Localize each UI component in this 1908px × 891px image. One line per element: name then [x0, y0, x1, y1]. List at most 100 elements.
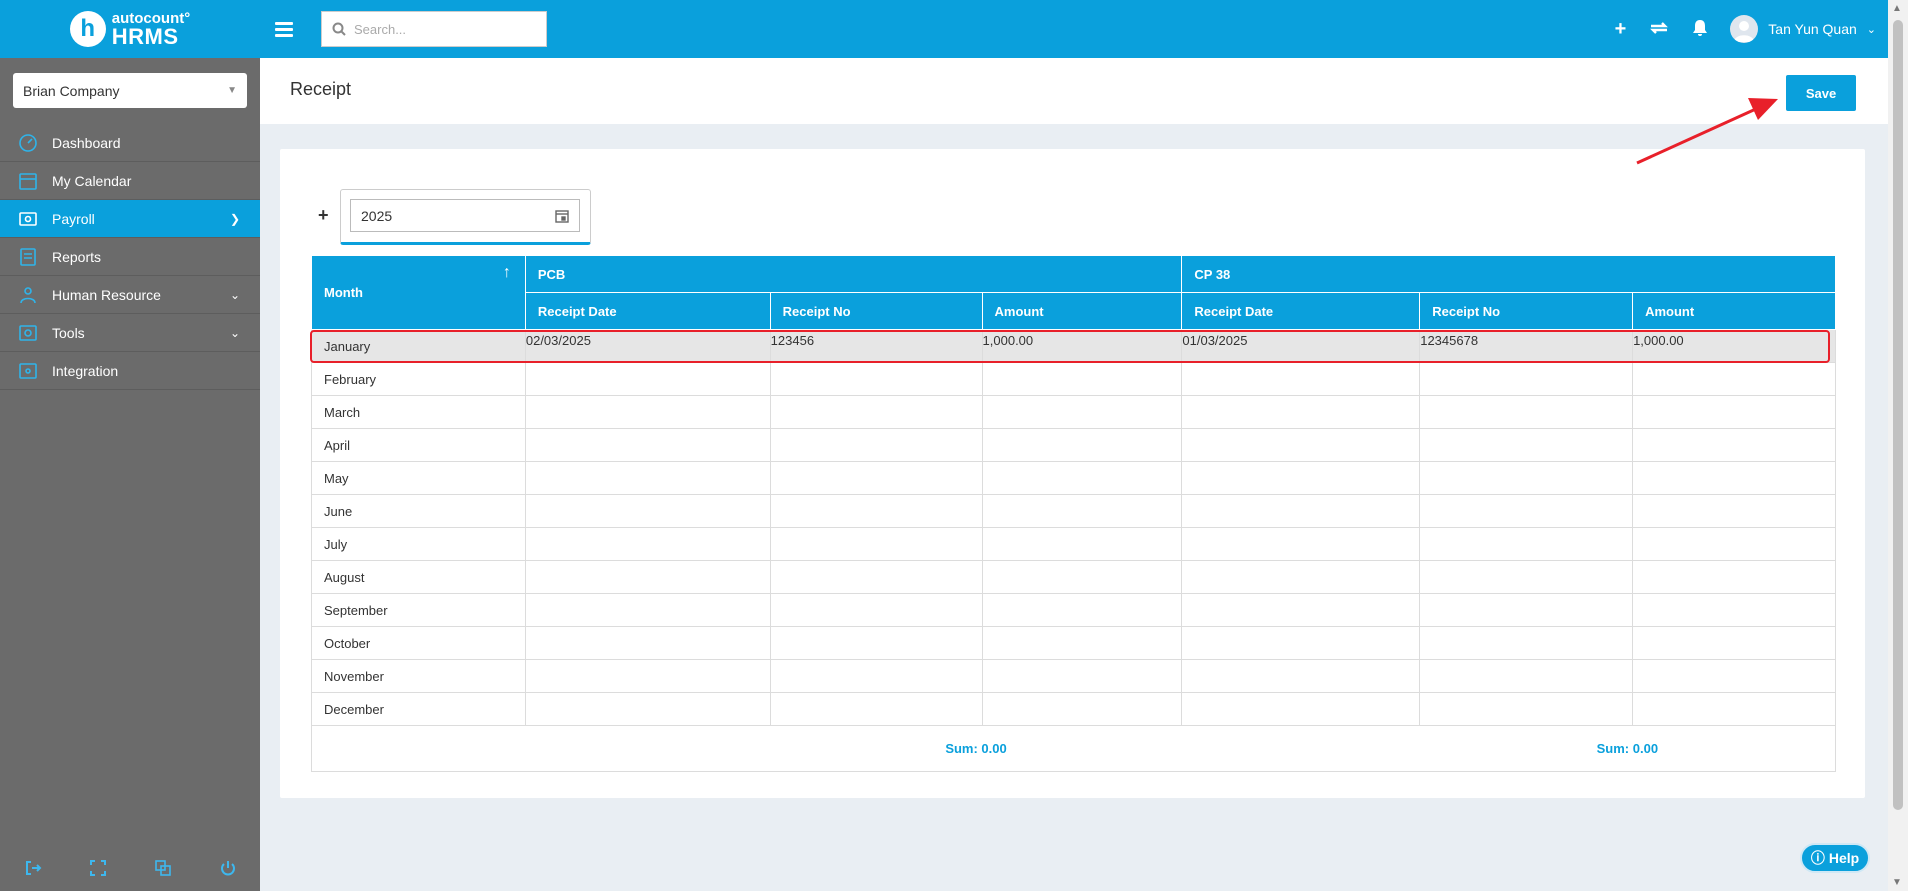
pcb-receipt-no-cell[interactable]	[769, 461, 983, 495]
cp38-receipt-no-header[interactable]: Receipt No	[1419, 292, 1634, 330]
sidebar-item-payroll[interactable]: Payroll ❯	[0, 200, 260, 238]
cp38-receipt-no-cell[interactable]	[1419, 560, 1634, 594]
table-row[interactable]: December	[311, 692, 1836, 726]
save-button[interactable]: Save	[1786, 75, 1856, 111]
scroll-down-icon[interactable]: ▼	[1892, 877, 1902, 888]
pcb-receipt-no-cell[interactable]	[769, 659, 983, 693]
sort-icon[interactable]: ↑	[503, 264, 511, 282]
pcb-amount-cell[interactable]	[981, 461, 1183, 495]
language-icon[interactable]	[154, 859, 172, 880]
sidebar-item-dashboard[interactable]: Dashboard	[0, 124, 260, 162]
cp38-receipt-date-cell[interactable]	[1181, 659, 1421, 693]
logout-icon[interactable]	[24, 859, 42, 880]
cp38-amount-cell[interactable]	[1632, 362, 1836, 396]
pcb-receipt-date-cell[interactable]	[524, 659, 771, 693]
pcb-receipt-date-cell[interactable]	[524, 461, 771, 495]
cp38-amount-cell[interactable]: 1,000.00	[1632, 329, 1836, 363]
pcb-receipt-no-cell[interactable]	[769, 692, 983, 726]
scrollbar-thumb[interactable]	[1893, 20, 1903, 810]
cp38-amount-cell[interactable]	[1632, 593, 1836, 627]
cp38-amount-cell[interactable]	[1632, 461, 1836, 495]
fullscreen-icon[interactable]	[89, 859, 107, 880]
pcb-amount-cell[interactable]: 1,000.00	[981, 329, 1183, 363]
table-row[interactable]: April	[311, 428, 1836, 462]
company-selector[interactable]: Brian Company ▼	[13, 73, 247, 108]
cp38-receipt-date-cell[interactable]	[1181, 362, 1421, 396]
year-picker[interactable]: 2025	[350, 199, 580, 232]
pcb-receipt-no-cell[interactable]	[769, 395, 983, 429]
pcb-amount-cell[interactable]	[981, 659, 1183, 693]
pcb-receipt-no-cell[interactable]: 123456	[769, 329, 983, 363]
pcb-amount-cell[interactable]	[981, 593, 1183, 627]
pcb-receipt-date-cell[interactable]	[524, 395, 771, 429]
cp38-receipt-no-cell[interactable]	[1419, 362, 1634, 396]
cp38-receipt-date-cell[interactable]	[1181, 428, 1421, 462]
cp38-amount-cell[interactable]	[1632, 626, 1836, 660]
pcb-receipt-date-cell[interactable]	[524, 362, 771, 396]
pcb-receipt-no-cell[interactable]	[769, 527, 983, 561]
pcb-amount-cell[interactable]	[981, 626, 1183, 660]
pcb-receipt-no-cell[interactable]	[769, 593, 983, 627]
table-row[interactable]: January 02/03/2025 123456 1,000.00 01/03…	[311, 329, 1836, 363]
pcb-amount-cell[interactable]	[981, 692, 1183, 726]
sidebar-item-human-resource[interactable]: Human Resource ⌄	[0, 276, 260, 314]
search-box[interactable]	[321, 11, 547, 47]
month-header[interactable]: Month ↑	[311, 255, 526, 330]
pcb-receipt-date-cell[interactable]	[524, 428, 771, 462]
cp38-receipt-no-cell[interactable]	[1419, 527, 1634, 561]
cp38-receipt-date-cell[interactable]	[1181, 626, 1421, 660]
power-icon[interactable]	[219, 859, 237, 880]
cp38-receipt-date-cell[interactable]	[1181, 461, 1421, 495]
table-row[interactable]: October	[311, 626, 1836, 660]
sidebar-item-tools[interactable]: Tools ⌄	[0, 314, 260, 352]
pcb-receipt-no-cell[interactable]	[769, 428, 983, 462]
cp38-amount-header[interactable]: Amount	[1632, 292, 1836, 330]
pcb-receipt-date-cell[interactable]	[524, 494, 771, 528]
cp38-receipt-date-cell[interactable]	[1181, 560, 1421, 594]
table-row[interactable]: May	[311, 461, 1836, 495]
sidebar-item-my-calendar[interactable]: My Calendar	[0, 162, 260, 200]
table-row[interactable]: February	[311, 362, 1836, 396]
cp38-receipt-no-cell[interactable]	[1419, 659, 1634, 693]
hamburger-menu-icon[interactable]	[275, 21, 293, 37]
cp38-receipt-date-cell[interactable]: 01/03/2025	[1181, 329, 1421, 363]
cp38-receipt-no-cell[interactable]	[1419, 428, 1634, 462]
pcb-amount-cell[interactable]	[981, 395, 1183, 429]
sync-icon[interactable]	[1648, 19, 1670, 40]
cp38-receipt-no-cell[interactable]: 12345678	[1419, 329, 1634, 363]
table-row[interactable]: March	[311, 395, 1836, 429]
pcb-receipt-no-cell[interactable]	[769, 626, 983, 660]
bell-icon[interactable]	[1692, 19, 1708, 40]
cp38-amount-cell[interactable]	[1632, 494, 1836, 528]
cp38-receipt-date-cell[interactable]	[1181, 494, 1421, 528]
pcb-amount-header[interactable]: Amount	[981, 292, 1183, 330]
year-tab[interactable]: 2025	[340, 189, 591, 245]
cp38-amount-cell[interactable]	[1632, 527, 1836, 561]
page-scrollbar[interactable]: ▲ ▼	[1888, 0, 1908, 891]
table-row[interactable]: September	[311, 593, 1836, 627]
search-input[interactable]	[354, 21, 534, 37]
table-row[interactable]: July	[311, 527, 1836, 561]
pcb-receipt-date-header[interactable]: Receipt Date	[524, 292, 771, 330]
cp38-receipt-no-cell[interactable]	[1419, 494, 1634, 528]
scroll-up-icon[interactable]: ▲	[1892, 3, 1902, 14]
help-button[interactable]: ⓘ Help	[1800, 843, 1870, 873]
pcb-amount-cell[interactable]	[981, 362, 1183, 396]
pcb-amount-cell[interactable]	[981, 527, 1183, 561]
cp38-receipt-date-cell[interactable]	[1181, 593, 1421, 627]
cp38-amount-cell[interactable]	[1632, 395, 1836, 429]
add-icon[interactable]: +	[1615, 18, 1627, 41]
pcb-amount-cell[interactable]	[981, 428, 1183, 462]
pcb-receipt-date-cell[interactable]	[524, 593, 771, 627]
cp38-receipt-no-cell[interactable]	[1419, 461, 1634, 495]
pcb-receipt-no-header[interactable]: Receipt No	[769, 292, 983, 330]
pcb-receipt-no-cell[interactable]	[769, 362, 983, 396]
add-year-icon[interactable]: +	[318, 205, 329, 226]
pcb-receipt-date-cell[interactable]	[524, 527, 771, 561]
cp38-receipt-date-cell[interactable]	[1181, 527, 1421, 561]
pcb-receipt-no-cell[interactable]	[769, 494, 983, 528]
pcb-amount-cell[interactable]	[981, 560, 1183, 594]
cp38-receipt-no-cell[interactable]	[1419, 692, 1634, 726]
sidebar-item-reports[interactable]: Reports	[0, 238, 260, 276]
cp38-receipt-no-cell[interactable]	[1419, 626, 1634, 660]
